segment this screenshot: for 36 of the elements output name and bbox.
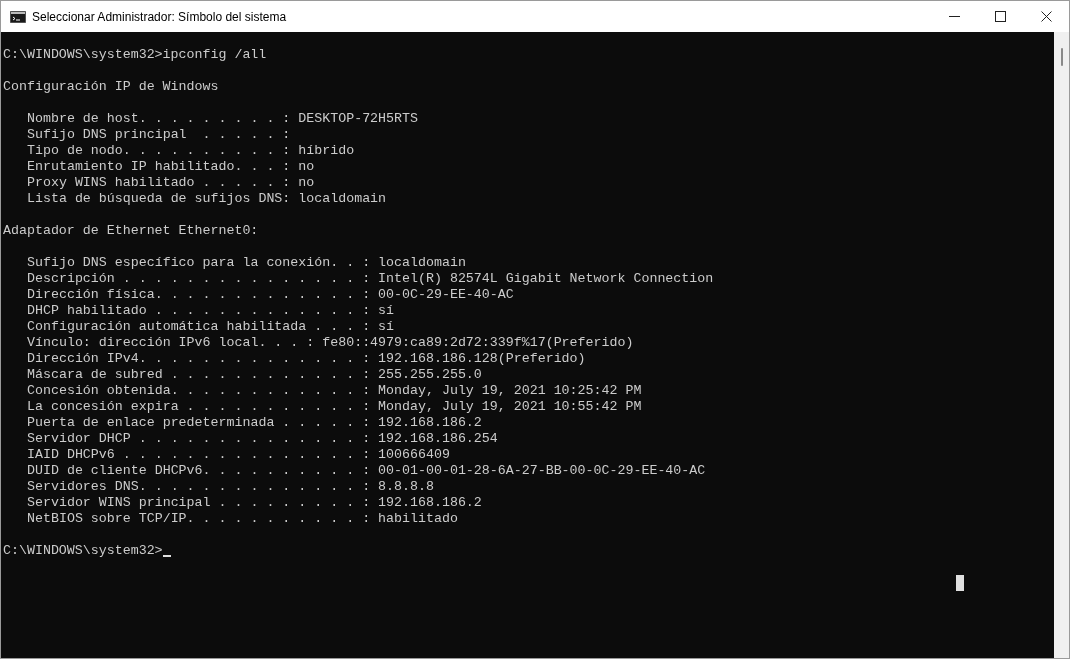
output-line: Lista de búsqueda de sufijos DNS: localdomain	[27, 191, 387, 207]
command-prompt: C:\WINDOWS\system32>	[3, 543, 163, 559]
scrollbar[interactable]	[1054, 32, 1069, 658]
output-line: Dirección IPv4. . . . . . . . . . . . . . : 192.168.186.128(Preferido)	[27, 351, 586, 367]
output-line: Configuración automática habilitada . . . : sí	[27, 319, 395, 335]
output-line: Descripción . . . . . . . . . . . . . . . : Intel(R) 82574L Gigabit Network Connection	[27, 271, 714, 287]
text-cursor-icon	[956, 575, 964, 591]
output-line: Concesión obtenida. . . . . . . . . . . . : Monday, July 19, 2021 10:25:42 PM	[27, 383, 642, 399]
output-line: Vínculo: dirección IPv6 local. . . : fe80::4979:ca89:2d72:339f%17(Preferido)	[27, 335, 634, 351]
output-line: Nombre de host. . . . . . . . . : DESKTOP-72H5RTS	[27, 111, 418, 127]
output-line: Servidores DNS. . . . . . . . . . . . . . : 8.8.8.8	[27, 479, 434, 495]
output-line: DHCP habilitado . . . . . . . . . . . . . : sí	[27, 303, 395, 319]
command-prompt: C:\WINDOWS\system32>ipconfig /all	[3, 47, 267, 63]
output-line: Dirección física. . . . . . . . . . . . . : 00-0C-29-EE-40-AC	[27, 287, 514, 303]
output-line: NetBIOS sobre TCP/IP. . . . . . . . . . . : habilitado	[27, 511, 458, 527]
window-title: Seleccionar Administrador: Símbolo del sistema	[32, 8, 287, 26]
output-heading: Adaptador de Ethernet Ethernet0:	[3, 223, 259, 239]
output-line: Máscara de subred . . . . . . . . . . . . : 255.255.255.0	[27, 367, 482, 383]
minimize-icon	[948, 16, 960, 17]
output-line: DUID de cliente DHCPv6. . . . . . . . . . : 00-01-00-01-28-6A-27-BB-00-0C-29-EE-40-AC	[27, 463, 706, 479]
output-line: Servidor WINS principal . . . . . . . . . : 192.168.186.2	[27, 495, 482, 511]
output-line: Proxy WINS habilitado . . . . . : no	[27, 175, 315, 191]
scrollbar-thumb[interactable]	[1060, 48, 1063, 66]
output-line: La concesión expira . . . . . . . . . . . : Monday, July 19, 2021 10:55:42 PM	[27, 399, 642, 415]
output-line: Sufijo DNS específico para la conexión. . : localdomain	[27, 255, 466, 271]
maximize-icon	[994, 11, 1006, 22]
output-line: Servidor DHCP . . . . . . . . . . . . . . : 192.168.186.254	[27, 431, 498, 447]
output-line: IAID DHCPv6 . . . . . . . . . . . . . . . : 100666409	[27, 447, 450, 463]
output-line: Puerta de enlace predeterminada . . . . . : 192.168.186.2	[27, 415, 482, 431]
output-line: Enrutamiento IP habilitado. . . : no	[27, 159, 315, 175]
console-app-icon	[10, 10, 26, 23]
output-line: Tipo de nodo. . . . . . . . . . : híbrido	[27, 143, 355, 159]
close-icon	[1040, 11, 1052, 22]
output-line: Sufijo DNS principal . . . . . :	[27, 127, 291, 143]
output-heading: Configuración IP de Windows	[3, 79, 219, 95]
blinking-cursor	[162, 555, 171, 557]
